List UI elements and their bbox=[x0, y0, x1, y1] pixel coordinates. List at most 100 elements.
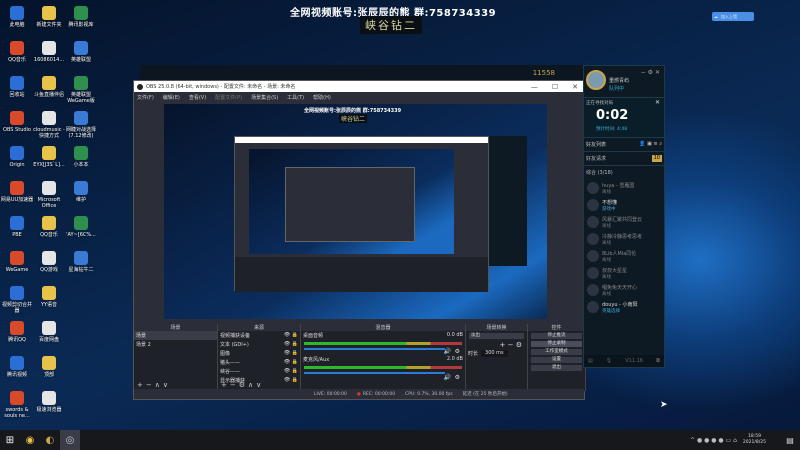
source-item[interactable]: 猪头—— 👁 🔒 bbox=[218, 358, 300, 367]
source-item[interactable]: 峡谷—— 👁 🔒 bbox=[218, 367, 300, 376]
taskbar: ⊞ ◉ ◐ ◎ ^ ● ● ● ● ▭ ⌂ 18:59 2021/8/25 ▤ bbox=[0, 430, 800, 450]
transition-select[interactable]: 淡出 bbox=[469, 333, 524, 339]
preview-canvas[interactable]: 全网视频账号:张辰辰的熊 群:758734339 峡谷钻二 bbox=[164, 104, 547, 319]
notification-icon[interactable]: ▤ bbox=[780, 430, 800, 450]
volume-slider[interactable] bbox=[304, 372, 445, 374]
friend-item[interactable]: douyu - 小南阳 英雄选择 bbox=[584, 298, 664, 315]
desktop-icon[interactable]: 腾讯视频 bbox=[0, 356, 34, 378]
start-button[interactable]: ⊞ bbox=[0, 430, 20, 450]
source-item[interactable]: 视频捕获设备 👁 🔒 bbox=[218, 331, 300, 340]
friend-item[interactable]: 8Lib人Mia同伦 离线 bbox=[584, 247, 664, 264]
desktop-icon[interactable]: QQ游戏 bbox=[32, 251, 66, 273]
desktop-icon[interactable]: 网睫对战选择(7.12修改) bbox=[64, 111, 98, 139]
friend-item[interactable]: 风暴汇聚共同登云 离线 bbox=[584, 213, 664, 230]
obs-taskbar-icon[interactable]: ◎ bbox=[60, 430, 80, 450]
visibility-lock-icons[interactable]: 👁 🔒 bbox=[284, 359, 298, 366]
desktop-icon[interactable]: 英雄联盟WeGame版 bbox=[64, 76, 98, 104]
desktop-icon[interactable]: Microsoft Office bbox=[32, 181, 66, 209]
desktop-icon[interactable]: QQ音乐 bbox=[0, 41, 34, 63]
source-item[interactable]: 图像 👁 🔒 bbox=[218, 349, 300, 358]
friend-item[interactable]: 叔叔大星星 离线 bbox=[584, 264, 664, 281]
menu-file[interactable]: 文件(F) bbox=[137, 94, 154, 101]
settings-button[interactable]: 设置 bbox=[531, 357, 582, 363]
window-controls[interactable]: − ⚙ ✕ bbox=[641, 69, 660, 76]
maximize-button[interactable]: ☐ bbox=[552, 83, 558, 91]
minimize-button[interactable]: — bbox=[531, 83, 538, 91]
friend-item[interactable]: 唱免免天天开心 离线 bbox=[584, 281, 664, 298]
desktop-icon[interactable]: 网易UU加速器 bbox=[0, 181, 34, 203]
menu-view[interactable]: 查看(V) bbox=[189, 94, 206, 101]
settings-icon[interactable]: ◘ bbox=[656, 358, 660, 364]
desktop-icon[interactable]: WeGame bbox=[0, 251, 34, 273]
menu-tools[interactable]: 工具(T) bbox=[287, 94, 304, 101]
game-taskbar-icon[interactable]: ◐ bbox=[40, 430, 60, 450]
desktop-icon[interactable]: swords & souls ne... bbox=[0, 391, 34, 419]
friend-status: 游戏中 bbox=[602, 207, 616, 212]
close-queue-icon[interactable]: ✕ bbox=[655, 99, 660, 106]
chat-icon[interactable]: ▤ bbox=[588, 358, 593, 364]
visibility-lock-icons[interactable]: 👁 🔒 bbox=[284, 332, 298, 339]
volume-slider[interactable] bbox=[304, 348, 445, 350]
desktop-icon[interactable]: 腾讯影视库 bbox=[64, 6, 98, 28]
desktop-icon[interactable]: 英雄联盟 bbox=[64, 41, 98, 63]
friend-status: 离线 bbox=[602, 275, 611, 280]
avatar[interactable] bbox=[586, 70, 606, 90]
desktop-icon[interactable]: Origin bbox=[0, 146, 34, 168]
scene-item[interactable]: 场景 2 bbox=[134, 340, 217, 349]
exit-button[interactable]: 退出 bbox=[531, 365, 582, 371]
duration-input[interactable]: 300 ms bbox=[481, 350, 508, 357]
menu-profile[interactable]: 配置文件(P) bbox=[215, 94, 242, 101]
desktop-icon[interactable]: cloudmusic - 快捷方式 bbox=[32, 111, 66, 139]
gear-icon[interactable]: ⚙ bbox=[455, 348, 460, 355]
scene-item[interactable]: 场景 bbox=[134, 331, 217, 340]
desktop-icon[interactable]: 小本本 bbox=[64, 146, 98, 168]
chrome-taskbar-icon[interactable]: ◉ bbox=[20, 430, 40, 450]
desktop-icon[interactable]: 极速浏览器 bbox=[32, 391, 66, 413]
visibility-lock-icons[interactable]: 👁 🔒 bbox=[284, 377, 298, 384]
visibility-lock-icons[interactable]: 👁 🔒 bbox=[284, 350, 298, 357]
system-tray[interactable]: ^ ● ● ● ● ▭ ⌂ bbox=[690, 437, 743, 444]
studio-mode-button[interactable]: 工作室模式 bbox=[531, 349, 582, 355]
desktop-icon[interactable]: 腾讯QQ bbox=[0, 321, 34, 343]
desktop-icon[interactable]: 'AY~[6C%... bbox=[64, 216, 98, 238]
desktop-icon[interactable]: 16086014... bbox=[32, 41, 66, 63]
friend-item[interactable]: huya - 雪雁国 离线 bbox=[584, 179, 664, 196]
menu-help[interactable]: 帮助(H) bbox=[313, 94, 331, 101]
friend-item[interactable]: 冷静冷静思考思考 离线 bbox=[584, 230, 664, 247]
desktop-icon[interactable]: 新建文件夹 bbox=[32, 6, 66, 28]
speaker-icon[interactable]: 🔊 bbox=[444, 374, 451, 381]
friend-group[interactable]: 综合 (3/18) bbox=[584, 165, 664, 179]
desktop-icon[interactable]: 视频剪切合并器 bbox=[0, 286, 34, 314]
desktop-icon[interactable]: OBS Studio bbox=[0, 111, 34, 133]
desktop-icon[interactable]: 维护 bbox=[64, 181, 98, 203]
mic-icon[interactable]: 🎙 bbox=[606, 358, 612, 364]
scene-toolbar[interactable]: +−∧∨ bbox=[137, 381, 171, 389]
nested-obs-preview bbox=[234, 136, 489, 292]
desktop-icon[interactable]: 回收站 bbox=[0, 76, 34, 98]
friends-toolbar[interactable]: 👤 ▣ ≡ ⌕ bbox=[639, 141, 662, 148]
menu-scene-collection[interactable]: 场景集合(S) bbox=[251, 94, 278, 101]
desktop-icon[interactable]: PBE bbox=[0, 216, 34, 238]
gear-icon[interactable]: ⚙ bbox=[455, 374, 460, 381]
desktop-icon[interactable]: 斗鱼直播伴侣 bbox=[32, 76, 66, 98]
join-badge[interactable]: ☁ 加入上墙 bbox=[712, 12, 754, 21]
desktop-icon[interactable]: YY语音 bbox=[32, 286, 66, 308]
transition-toolbar[interactable]: + − ⚙ bbox=[466, 341, 527, 349]
visibility-lock-icons[interactable]: 👁 🔒 bbox=[284, 341, 298, 348]
desktop-icon[interactable]: 百度网盘 bbox=[32, 321, 66, 343]
close-button[interactable]: ✕ bbox=[572, 83, 578, 91]
desktop-icon[interactable]: 此电脑 bbox=[0, 6, 34, 28]
stop-recording-button[interactable]: 停止录制 bbox=[531, 341, 582, 347]
speaker-icon[interactable]: 🔊 bbox=[444, 348, 451, 355]
menu-edit[interactable]: 编辑(E) bbox=[163, 94, 180, 101]
visibility-lock-icons[interactable]: 👁 🔒 bbox=[284, 368, 298, 375]
source-item[interactable]: 文本 (GDI+) 👁 🔒 bbox=[218, 340, 300, 349]
desktop-icon[interactable]: QQ音乐 bbox=[32, 216, 66, 238]
stop-streaming-button[interactable]: 停止推流 bbox=[531, 333, 582, 339]
desktop-icon[interactable]: 顶部 bbox=[32, 356, 66, 378]
source-toolbar[interactable]: +−⚙∧∨ bbox=[221, 381, 264, 389]
desktop-icon[interactable]: 星海钻牛二 bbox=[64, 251, 98, 273]
friend-requests[interactable]: 好友请求 bbox=[586, 155, 606, 162]
friend-item[interactable]: 不想懂 游戏中 bbox=[584, 196, 664, 213]
desktop-icon[interactable]: EYX[J3S`L]... bbox=[32, 146, 66, 168]
